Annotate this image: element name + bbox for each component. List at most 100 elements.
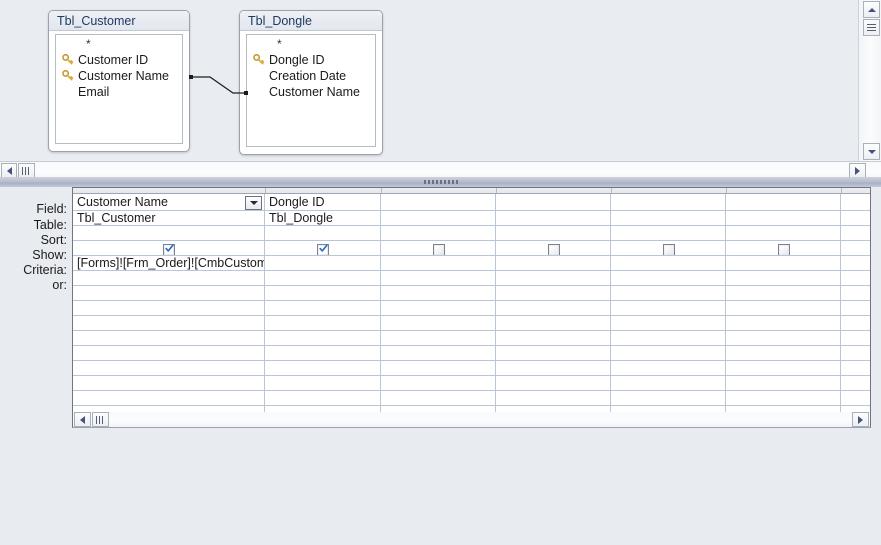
qbe-row-or[interactable] (73, 271, 870, 286)
qbe-cell-blank-col5[interactable] (611, 286, 726, 300)
query-diagram-pane[interactable]: Tbl_Customer * Customer ID Customer Name… (0, 0, 858, 161)
qbe-cell-blank-col3[interactable] (381, 286, 496, 300)
qbe-cell-or-col6[interactable] (726, 271, 841, 285)
qbe-cell-blank-col4[interactable] (496, 301, 611, 315)
field-row-customer-id[interactable]: Customer ID (56, 52, 182, 68)
qbe-cell-blank-col3[interactable] (381, 331, 496, 345)
qbe-cell-blank-col3[interactable] (381, 361, 496, 375)
qbe-cell-blank-col2[interactable] (265, 346, 381, 360)
qbe-grid-body[interactable]: Customer Name Dongle ID Tbl_Customer Tbl_Do… (73, 194, 870, 412)
qbe-cell-blank-col5[interactable] (611, 301, 726, 315)
qbe-cell-or-col3[interactable] (381, 271, 496, 285)
qbe-cell-field-col1[interactable]: Customer Name (73, 194, 265, 210)
qbe-cell-show-col2[interactable] (265, 241, 381, 255)
qbe-cell-show-col3[interactable] (381, 241, 496, 255)
qbe-cell-blank-col3[interactable] (381, 346, 496, 360)
qbe-cell-blank-col1[interactable] (73, 286, 265, 300)
field-row-creation-date[interactable]: Creation Date (247, 68, 375, 84)
qbe-row-sort[interactable] (73, 226, 870, 241)
scroll-up-arrow-button[interactable] (863, 1, 880, 18)
show-checkbox[interactable] (317, 244, 329, 255)
horizontal-scroll-thumb[interactable] (18, 163, 35, 178)
show-checkbox[interactable] (163, 244, 175, 255)
field-row-dongle-id[interactable]: Dongle ID (247, 52, 375, 68)
qbe-cell-blank-col6[interactable] (726, 286, 841, 300)
grid-column-separator[interactable] (265, 188, 266, 193)
qbe-cell-or-col5[interactable] (611, 271, 726, 285)
qbe-cell-field-col2[interactable]: Dongle ID (265, 194, 381, 210)
qbe-cell-sort-col2[interactable] (265, 226, 381, 240)
field-dropdown-button[interactable] (245, 196, 262, 210)
qbe-cell-sort-col3[interactable] (381, 226, 496, 240)
qbe-cell-blank-col4[interactable] (496, 391, 611, 405)
qbe-cell-blank-col1[interactable] (73, 376, 265, 390)
qbe-cell-blank-col1[interactable] (73, 346, 265, 360)
show-checkbox[interactable] (433, 244, 445, 255)
table-box-title[interactable]: Tbl_Customer (49, 11, 189, 31)
show-checkbox[interactable] (663, 244, 675, 255)
qbe-row-blank[interactable] (73, 376, 870, 391)
qbe-cell-criteria-col1[interactable]: [Forms]![Frm_Order]![CmbCustomer] (73, 256, 265, 270)
scroll-right-arrow-button[interactable] (849, 163, 866, 178)
qbe-cell-criteria-col5[interactable] (611, 256, 726, 270)
table-box-tbl-customer[interactable]: Tbl_Customer * Customer ID Customer Name… (48, 10, 190, 152)
qbe-row-blank[interactable] (73, 361, 870, 376)
qbe-cell-blank-col6[interactable] (726, 376, 841, 390)
qbe-cell-criteria-col4[interactable] (496, 256, 611, 270)
qbe-cell-or-col4[interactable] (496, 271, 611, 285)
qbe-cell-blank-col5[interactable] (611, 391, 726, 405)
field-list[interactable]: * Customer ID Customer Name Email (55, 34, 183, 144)
qbe-row-table[interactable]: Tbl_Customer Tbl_Dongle (73, 211, 870, 226)
qbe-cell-blank-col5[interactable] (611, 331, 726, 345)
qbe-cell-blank-col4[interactable] (496, 331, 611, 345)
qbe-cell-blank-col1[interactable] (73, 331, 265, 345)
qbe-cell-blank-col1[interactable] (73, 316, 265, 330)
table-box-title[interactable]: Tbl_Dongle (240, 11, 382, 31)
qbe-cell-table-col4[interactable] (496, 211, 611, 225)
qbe-cell-blank-col6[interactable] (726, 316, 841, 330)
qbe-cell-criteria-col2[interactable] (265, 256, 381, 270)
qbe-cell-show-col5[interactable] (611, 241, 726, 255)
qbe-cell-blank-col5[interactable] (611, 346, 726, 360)
qbe-cell-blank-col6[interactable] (726, 331, 841, 345)
qbe-cell-field-col6[interactable] (726, 194, 841, 210)
qbe-cell-field-col3[interactable] (381, 194, 496, 210)
qbe-cell-blank-col1[interactable] (73, 301, 265, 315)
grid-column-separator[interactable] (841, 188, 842, 193)
qbe-grid[interactable]: Customer Name Dongle ID Tbl_Customer Tbl_Do… (72, 187, 871, 412)
qbe-row-blank[interactable] (73, 316, 870, 331)
qbe-cell-table-col5[interactable] (611, 211, 726, 225)
qbe-cell-blank-col4[interactable] (496, 286, 611, 300)
grid-column-separator[interactable] (381, 188, 382, 193)
qbe-cell-table-col1[interactable]: Tbl_Customer (73, 211, 265, 225)
qbe-cell-blank-col2[interactable] (265, 391, 381, 405)
qbe-cell-criteria-col6[interactable] (726, 256, 841, 270)
qbe-cell-blank-col3[interactable] (381, 301, 496, 315)
qbe-cell-or-col2[interactable] (265, 271, 381, 285)
scroll-left-arrow-button[interactable] (1, 163, 17, 178)
qbe-cell-blank-col2[interactable] (265, 301, 381, 315)
qbe-cell-show-col6[interactable] (726, 241, 841, 255)
qbe-row-blank[interactable] (73, 286, 870, 301)
pane-splitter[interactable] (0, 177, 881, 187)
qbe-cell-blank-col5[interactable] (611, 361, 726, 375)
qbe-cell-sort-col1[interactable] (73, 226, 265, 240)
field-list[interactable]: * Dongle ID Creation Date Customer Name (246, 34, 376, 147)
qbe-cell-blank-col6[interactable] (726, 301, 841, 315)
field-row-asterisk[interactable]: * (247, 38, 375, 52)
qbe-cell-blank-col5[interactable] (611, 376, 726, 390)
grid-column-separator[interactable] (611, 188, 612, 193)
qbe-cell-blank-col6[interactable] (726, 346, 841, 360)
field-row-email[interactable]: Email (56, 84, 182, 100)
grid-column-separator[interactable] (496, 188, 497, 193)
qbe-cell-field-col4[interactable] (496, 194, 611, 210)
qbe-cell-blank-col3[interactable] (381, 376, 496, 390)
qbe-cell-blank-col3[interactable] (381, 316, 496, 330)
qbe-cell-table-col2[interactable]: Tbl_Dongle (265, 211, 381, 225)
qbe-row-show[interactable] (73, 241, 870, 256)
diagram-vertical-scrollbar[interactable] (858, 0, 881, 161)
qbe-cell-sort-col6[interactable] (726, 226, 841, 240)
vertical-scroll-thumb[interactable] (863, 19, 880, 36)
scroll-left-arrow-button[interactable] (74, 412, 91, 427)
qbe-horizontal-scrollbar[interactable] (72, 412, 871, 428)
